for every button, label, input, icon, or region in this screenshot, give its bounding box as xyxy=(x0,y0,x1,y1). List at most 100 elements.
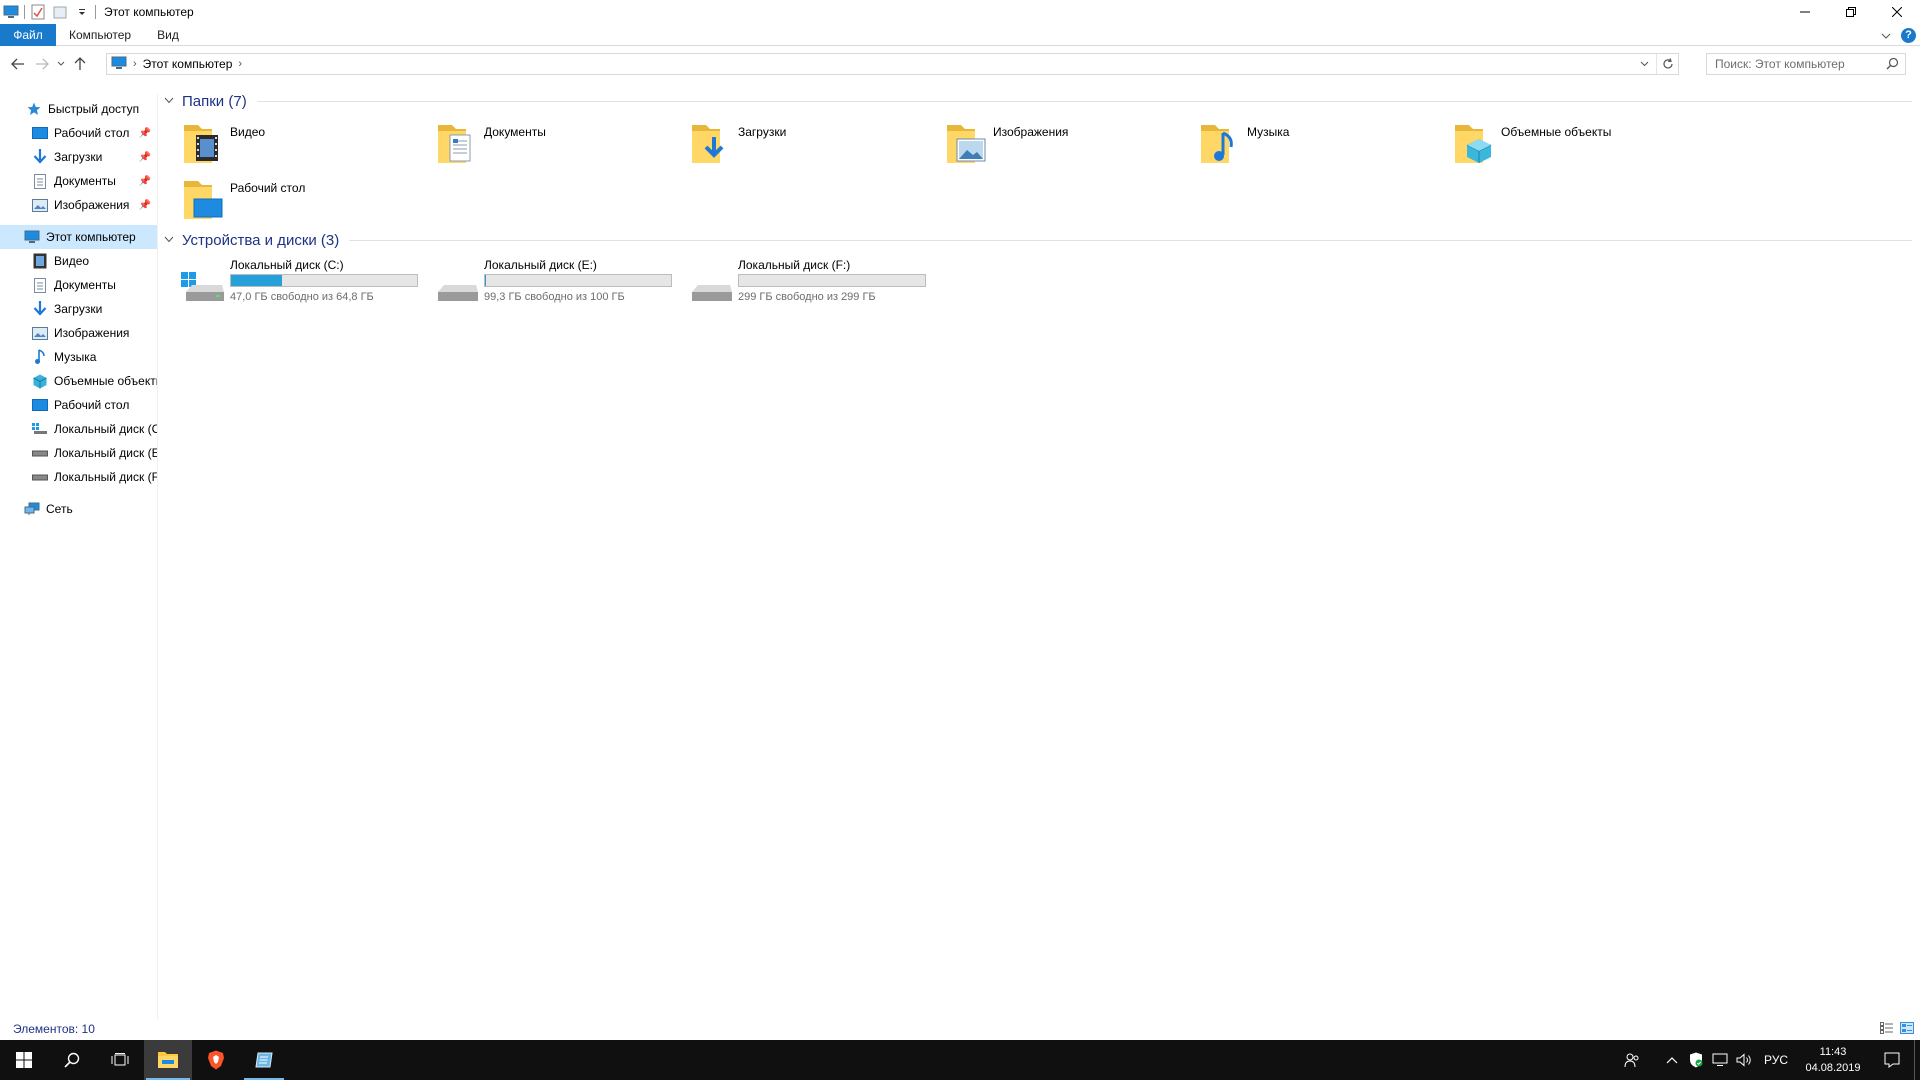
sidebar-item-documents[interactable]: Документы xyxy=(0,273,157,297)
folder-tile-downloads[interactable]: Загрузки xyxy=(688,119,938,173)
search-input[interactable]: Поиск: Этот компьютер xyxy=(1706,53,1906,75)
this-pc-window-icon[interactable] xyxy=(0,1,22,23)
expand-ribbon-icon[interactable] xyxy=(1881,28,1891,43)
notification-icon xyxy=(1884,1052,1900,1068)
music-icon xyxy=(32,349,48,365)
drive-tile-e[interactable]: Локальный диск (E:) 99,3 ГБ свободно из … xyxy=(434,254,684,308)
downloads-icon xyxy=(32,301,48,317)
search-button[interactable] xyxy=(48,1040,96,1080)
status-bar: Элементов: 10 xyxy=(0,1018,1920,1040)
sidebar-item-label: Локальный диск (F:) xyxy=(54,470,157,484)
security-shield-icon[interactable] xyxy=(1684,1040,1708,1080)
clock[interactable]: 11:43 04.08.2019 xyxy=(1796,1044,1870,1076)
sidebar-item-network[interactable]: Сеть xyxy=(0,497,157,521)
refresh-button[interactable] xyxy=(1656,54,1678,74)
customize-qat-icon[interactable] xyxy=(71,1,93,23)
sidebar-item-label: Быстрый доступ xyxy=(48,102,140,116)
folder-tile-desktop[interactable]: Рабочий стол xyxy=(180,175,430,229)
drive-label: Локальный диск (C:) xyxy=(230,258,344,272)
restore-button[interactable] xyxy=(1828,0,1874,24)
show-desktop-button[interactable] xyxy=(1914,1040,1920,1080)
folder-tile-videos[interactable]: Видео xyxy=(180,119,430,173)
pin-icon[interactable]: 📌 xyxy=(139,128,151,139)
show-hidden-icons-chevron-icon[interactable] xyxy=(1660,1040,1684,1080)
drives-group-header[interactable]: Устройства и диски (3) xyxy=(164,230,1912,250)
sidebar-item-drive-f[interactable]: Локальный диск (F:) xyxy=(0,465,157,489)
drive-tile-f[interactable]: Локальный диск (F:) 299 ГБ свободно из 2… xyxy=(688,254,938,308)
pin-icon[interactable]: 📌 xyxy=(139,176,151,187)
back-button[interactable] xyxy=(6,52,30,76)
address-dropdown-icon[interactable] xyxy=(1634,54,1654,74)
folder-tile-3d-objects[interactable]: Объемные объекты xyxy=(1451,119,1701,173)
tab-file[interactable]: Файл xyxy=(0,23,56,46)
folder-tile-music[interactable]: Музыка xyxy=(1197,119,1447,173)
taskbar-brave-browser[interactable] xyxy=(192,1040,240,1080)
sidebar-item-drive-e[interactable]: Локальный диск (E:) xyxy=(0,441,157,465)
details-view-icon[interactable] xyxy=(1880,1022,1894,1037)
large-icons-view-icon[interactable] xyxy=(1900,1022,1914,1037)
task-view-icon xyxy=(111,1053,129,1066)
up-button[interactable] xyxy=(68,52,92,76)
action-center-button[interactable] xyxy=(1870,1040,1914,1080)
downloads-folder-icon xyxy=(692,125,724,163)
title-bar: Этот компьютер xyxy=(0,0,1920,24)
new-folder-icon[interactable] xyxy=(49,1,71,23)
sidebar-item-label: Загрузки xyxy=(54,302,103,316)
pin-icon[interactable]: 📌 xyxy=(139,200,151,211)
sidebar-item-pictures[interactable]: Изображения xyxy=(0,321,157,345)
taskbar-notepad-app[interactable] xyxy=(240,1040,288,1080)
drive-tile-c[interactable]: Локальный диск (C:) 47,0 ГБ свободно из … xyxy=(180,254,430,308)
documents-folder-icon xyxy=(438,125,471,163)
tab-computer[interactable]: Компьютер xyxy=(56,24,144,46)
search-icon[interactable] xyxy=(1886,57,1899,73)
properties-icon[interactable] xyxy=(27,1,49,23)
breadcrumb[interactable]: Этот компьютер xyxy=(143,57,233,71)
volume-icon[interactable] xyxy=(1732,1040,1756,1080)
sidebar-item-drive-c[interactable]: Локальный диск (C:) xyxy=(0,417,157,441)
network-icon[interactable] xyxy=(1708,1040,1732,1080)
sidebar-item-this-pc[interactable]: Этот компьютер xyxy=(0,225,157,249)
sidebar-item-label: Рабочий стол xyxy=(54,126,130,140)
minimize-button[interactable] xyxy=(1782,0,1828,24)
people-icon[interactable] xyxy=(1620,1040,1644,1080)
breadcrumb-chevron-icon[interactable]: › xyxy=(238,58,242,70)
close-button[interactable] xyxy=(1874,0,1920,24)
quick-access-toolbar xyxy=(0,0,98,24)
sidebar-item-label: Локальный диск (C:) xyxy=(54,422,157,436)
forward-button[interactable] xyxy=(30,52,54,76)
videos-icon xyxy=(32,253,48,269)
task-view-button[interactable] xyxy=(96,1040,144,1080)
address-bar[interactable]: › Этот компьютер › xyxy=(106,53,1679,75)
start-button[interactable] xyxy=(0,1040,48,1080)
collapse-chevron-icon[interactable] xyxy=(164,234,178,246)
sidebar-item-downloads[interactable]: Загрузки xyxy=(0,297,157,321)
sidebar-item-qa-pictures[interactable]: Изображения 📌 xyxy=(0,193,157,217)
sidebar-item-3d-objects[interactable]: Объемные объекты xyxy=(0,369,157,393)
search-placeholder: Поиск: Этот компьютер xyxy=(1715,57,1845,71)
folder-tile-documents[interactable]: Документы xyxy=(434,119,684,173)
help-icon[interactable]: ? xyxy=(1901,27,1916,43)
sidebar-item-quick-access[interactable]: Быстрый доступ xyxy=(0,97,157,121)
input-language-indicator[interactable]: РУС xyxy=(1756,1053,1796,1067)
sidebar-item-qa-desktop[interactable]: Рабочий стол 📌 xyxy=(0,121,157,145)
folder-label: Видео xyxy=(230,125,266,139)
breadcrumb-chevron-icon[interactable]: › xyxy=(133,58,137,70)
sidebar-item-qa-documents[interactable]: Документы 📌 xyxy=(0,169,157,193)
collapse-chevron-icon[interactable] xyxy=(164,95,178,107)
sidebar-item-videos[interactable]: Видео xyxy=(0,249,157,273)
recent-locations-button[interactable] xyxy=(54,52,68,76)
folders-group-header[interactable]: Папки (7) xyxy=(164,91,1912,111)
sidebar-item-qa-downloads[interactable]: Загрузки 📌 xyxy=(0,145,157,169)
pin-icon[interactable]: 📌 xyxy=(139,152,151,163)
search-icon xyxy=(64,1052,80,1068)
3d-objects-icon xyxy=(32,373,48,389)
tab-view[interactable]: Вид xyxy=(144,24,192,46)
folder-tile-pictures[interactable]: Изображения xyxy=(943,119,1193,173)
sidebar-item-label: Изображения xyxy=(54,326,130,340)
this-pc-icon xyxy=(111,56,127,73)
group-title: Устройства и диски (3) xyxy=(182,231,340,249)
window-controls xyxy=(1782,0,1920,24)
sidebar-item-music[interactable]: Музыка xyxy=(0,345,157,369)
sidebar-item-desktop[interactable]: Рабочий стол xyxy=(0,393,157,417)
taskbar-file-explorer[interactable] xyxy=(144,1040,192,1080)
